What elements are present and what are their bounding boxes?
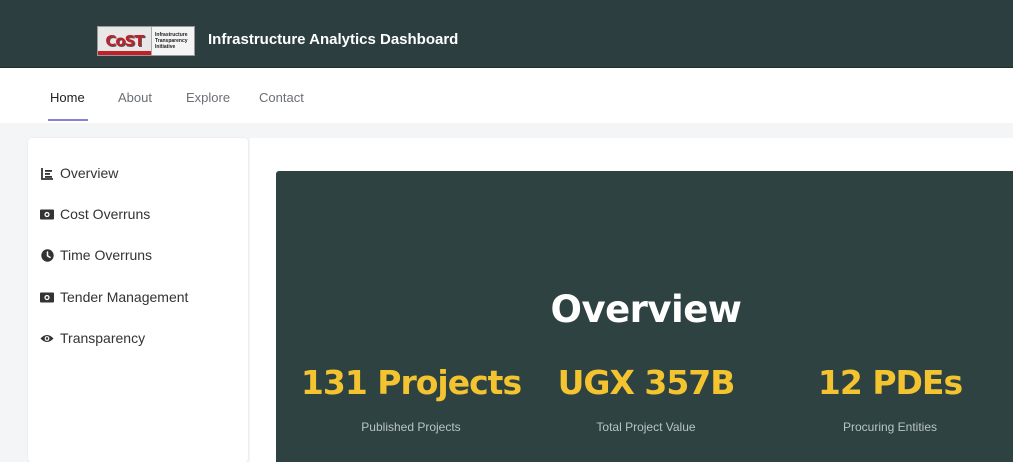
eye-icon: [40, 331, 54, 345]
top-header: CoST Infrastructure Transparency Initiat…: [0, 0, 1013, 68]
sidebar-item-cost-overruns[interactable]: Cost Overruns: [40, 206, 150, 222]
sidebar-item-label: Time Overruns: [60, 247, 153, 263]
nav-contact[interactable]: Contact: [259, 90, 304, 105]
stat-value-total: UGX 357B: [557, 363, 736, 402]
nav-explore[interactable]: Explore: [186, 90, 230, 105]
sidebar-item-transparency[interactable]: Transparency: [40, 330, 145, 346]
cost-logo[interactable]: CoST Infrastructure Transparency Initiat…: [97, 26, 195, 56]
stat-projects-label: Published Projects: [361, 420, 461, 434]
bar-chart-icon: [40, 166, 54, 180]
sidebar-item-label: Cost Overruns: [60, 206, 151, 222]
sidebar-item-label: Tender Management: [60, 289, 189, 305]
logo-text: Infrastructure Transparency Initiative: [152, 27, 194, 55]
nav-home[interactable]: Home: [50, 90, 85, 105]
stat-value-total-label: Total Project Value: [596, 420, 696, 434]
logo-line: Initiative: [155, 44, 176, 50]
overview-panel: Overview 131 Projects Published Projects…: [276, 171, 1013, 462]
clock-icon: [40, 248, 54, 262]
sidebar-item-time-overruns[interactable]: Time Overruns: [40, 247, 152, 263]
sidebar-item-label: Transparency: [60, 330, 146, 346]
app-title: Infrastructure Analytics Dashboard: [208, 31, 459, 48]
stat-projects-value: 131 Projects: [300, 363, 522, 402]
money-bill-icon: [40, 207, 54, 221]
active-tab-indicator: [48, 119, 88, 121]
sidebar-item-overview[interactable]: Overview: [40, 165, 118, 181]
nav-bar: Home About Explore Contact: [0, 69, 1013, 123]
stat-pdes-label: Procuring Entities: [842, 420, 938, 434]
money-bill-icon: [40, 290, 54, 304]
sidebar-item-label: Overview: [60, 165, 119, 181]
stat-pdes-value: 12 PDEs: [817, 363, 963, 402]
logo-mark: CoST: [98, 27, 152, 55]
overview-title: Overview: [550, 288, 743, 331]
nav-about[interactable]: About: [118, 90, 152, 105]
sidebar-item-tender-management[interactable]: Tender Management: [40, 289, 188, 305]
